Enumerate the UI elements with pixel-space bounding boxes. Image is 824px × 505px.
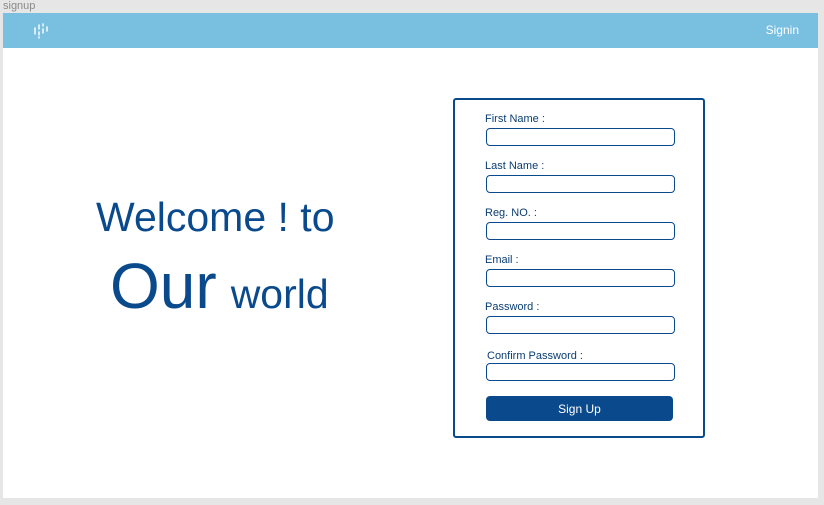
confirm-password-label: Confirm Password : xyxy=(487,350,583,362)
signup-form: First Name : Last Name : Reg. NO. : Emai… xyxy=(453,98,705,438)
password-field[interactable] xyxy=(486,316,675,334)
signin-link[interactable]: Signin xyxy=(766,23,799,38)
first-name-label: First Name : xyxy=(485,113,545,125)
navbar: Signin xyxy=(3,13,818,48)
reg-no-field[interactable] xyxy=(486,222,675,240)
welcome-heading: Welcome ! to xyxy=(96,194,335,240)
password-label: Password : xyxy=(485,301,540,313)
first-name-field[interactable] xyxy=(486,128,675,146)
confirm-password-field[interactable] xyxy=(486,363,675,381)
last-name-field[interactable] xyxy=(486,175,675,193)
email-field[interactable] xyxy=(486,269,675,287)
reg-no-label: Reg. NO. : xyxy=(485,207,537,219)
welcome-subheading: Our world xyxy=(110,251,329,339)
signup-page: Signin Welcome ! to Our world First Name … xyxy=(3,13,818,498)
welcome-word-our: Our xyxy=(110,250,217,322)
frame-label: signup xyxy=(3,0,36,12)
sign-up-button[interactable]: Sign Up xyxy=(486,396,673,421)
last-name-label: Last Name : xyxy=(485,160,545,172)
email-label: Email : xyxy=(485,254,519,266)
dotted-mark-icon[interactable] xyxy=(32,22,50,40)
welcome-word-world: world xyxy=(230,271,329,317)
